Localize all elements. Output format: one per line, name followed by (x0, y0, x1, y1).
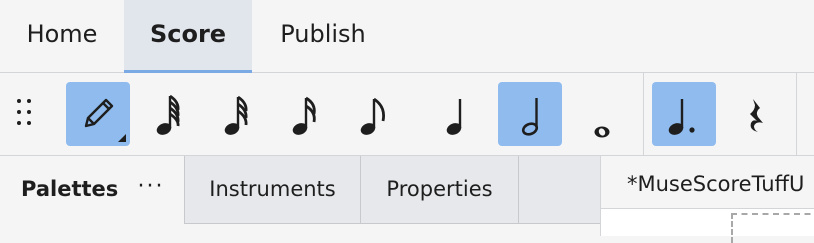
tab-publish[interactable]: Publish (252, 0, 394, 72)
quarter-note-icon (446, 99, 462, 135)
drag-handle-icon[interactable] (14, 95, 36, 131)
dropdown-indicator-icon (118, 134, 126, 142)
rest-icon (750, 99, 763, 132)
rest-button[interactable] (724, 82, 788, 146)
whole-note-icon (594, 126, 610, 138)
score-canvas[interactable] (601, 209, 814, 243)
document-tab[interactable]: *MuseScoreTuffU (627, 156, 814, 208)
toolbar-separator (796, 73, 797, 155)
duration-quarter-button[interactable] (426, 82, 490, 146)
note-input-mode-button[interactable] (66, 82, 130, 146)
augmentation-dot-button[interactable] (652, 82, 716, 146)
palettes-label: Palettes (21, 177, 119, 201)
duration-32nd-button[interactable] (206, 82, 270, 146)
panel-area: Palettes ··· Instruments Properties *Mus… (0, 156, 814, 243)
duration-eighth-button[interactable] (342, 82, 406, 146)
tab-properties[interactable]: Properties (361, 156, 519, 224)
tab-home[interactable]: Home (0, 0, 124, 72)
64th-note-icon (156, 94, 180, 135)
duration-64th-button[interactable] (138, 82, 202, 146)
score-view: *MuseScoreTuffU (600, 156, 814, 243)
half-note-icon (521, 98, 539, 136)
panel-menu-button[interactable]: ··· (131, 156, 171, 222)
duration-half-button[interactable] (498, 82, 562, 146)
16th-note-icon (292, 96, 316, 135)
tab-instruments[interactable]: Instruments (184, 156, 361, 224)
panel-tab-filler (519, 156, 600, 224)
augmentation-dot-icon (668, 99, 695, 135)
duration-whole-button[interactable] (570, 82, 634, 146)
menu-bar: Home Score Publish (0, 0, 814, 73)
toolbar-separator (643, 73, 644, 155)
duration-16th-button[interactable] (274, 82, 338, 146)
page-boundary (731, 213, 814, 243)
32nd-note-icon (224, 95, 248, 135)
eighth-note-icon (360, 97, 385, 135)
note-input-toolbar (0, 73, 814, 156)
tab-score[interactable]: Score (124, 0, 252, 73)
